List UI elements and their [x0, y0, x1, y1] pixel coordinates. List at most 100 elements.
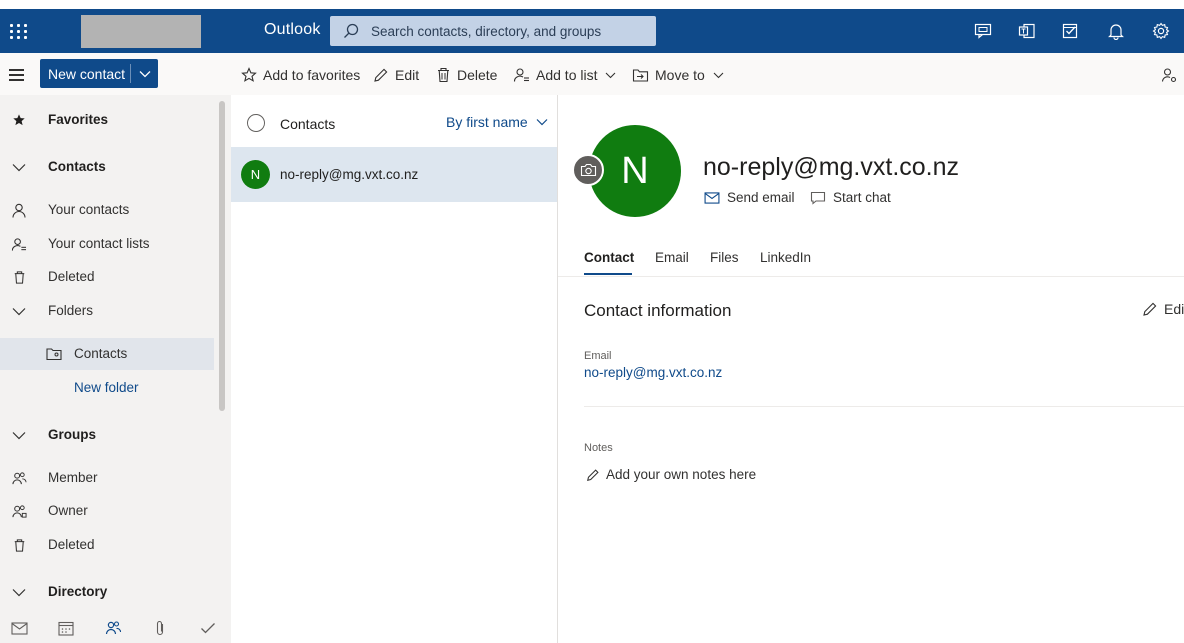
nav-directory[interactable]: Directory: [0, 576, 214, 608]
tab-contact[interactable]: Contact: [584, 250, 634, 265]
nav-your-contacts-label: Your contacts: [48, 202, 130, 217]
nav-new-folder-label: New folder: [74, 380, 139, 395]
add-to-list-button[interactable]: Add to list: [513, 65, 616, 85]
chat-icon[interactable]: [972, 20, 994, 42]
pencil-icon: [1143, 302, 1157, 316]
hamburger-icon[interactable]: [8, 66, 26, 82]
search-input[interactable]: Search contacts, directory, and groups: [330, 16, 656, 46]
person-icon: [11, 202, 27, 218]
nav-groups-deleted[interactable]: Deleted: [0, 529, 214, 561]
move-to-label: Move to: [655, 67, 705, 83]
nav-directory-label: Directory: [48, 584, 108, 599]
send-email-label: Send email: [727, 190, 795, 205]
nav-deleted-label: Deleted: [48, 269, 95, 284]
teams-icon[interactable]: [1016, 20, 1038, 42]
nav-folder-contacts-label: Contacts: [74, 346, 128, 361]
nav-contacts-header-label: Contacts: [48, 159, 106, 174]
start-chat-label: Start chat: [833, 190, 891, 205]
people-list-icon: [513, 68, 529, 82]
delete-label: Delete: [457, 67, 498, 83]
edit-button[interactable]: Edit: [373, 65, 419, 85]
nav-folders[interactable]: Folders: [0, 295, 214, 327]
nav-folder-contacts[interactable]: Contacts: [0, 338, 214, 370]
nav-member[interactable]: Member: [0, 462, 214, 494]
tasks-icon[interactable]: [1060, 20, 1082, 42]
nav-groups-label: Groups: [48, 427, 97, 442]
nav-your-contact-lists[interactable]: Your contact lists: [0, 228, 214, 260]
mail-icon[interactable]: [10, 619, 28, 637]
todo-check-icon[interactable]: [199, 619, 217, 637]
active-tab-indicator: [584, 273, 632, 275]
command-bar: New contact Add to favorites Edit Delete…: [0, 53, 1184, 95]
email-field-label: Email: [584, 350, 612, 362]
edit-contact-label: Edit: [1164, 301, 1184, 317]
email-field-value[interactable]: no-reply@mg.vxt.co.nz: [584, 365, 722, 380]
pencil-icon: [587, 468, 599, 481]
tab-linkedin[interactable]: LinkedIn: [760, 250, 811, 265]
nav-favorites[interactable]: Favorites: [0, 104, 214, 136]
organization-logo: [81, 15, 201, 48]
gear-icon[interactable]: [1150, 20, 1172, 42]
contact-display-name: no-reply@mg.vxt.co.nz: [703, 153, 960, 181]
folder-move-icon: [632, 68, 649, 82]
contact-name: no-reply@mg.vxt.co.nz: [280, 167, 419, 182]
camera-icon[interactable]: [572, 154, 604, 186]
nav-contacts-header[interactable]: Contacts: [0, 151, 214, 183]
add-notes-button[interactable]: Add your own notes here: [586, 467, 756, 482]
trash-icon: [11, 537, 27, 553]
edit-contact-button[interactable]: Edit: [1142, 301, 1184, 317]
add-notes-label: Add your own notes here: [606, 467, 757, 482]
left-navigation: Favorites Contacts Your contacts Your co…: [0, 95, 231, 643]
nav-deleted[interactable]: Deleted: [0, 261, 214, 293]
nav-groups[interactable]: Groups: [0, 419, 214, 451]
section-title: Contact information: [584, 301, 732, 320]
list-item[interactable]: N no-reply@mg.vxt.co.nz: [231, 147, 557, 202]
waffle-icon[interactable]: [6, 18, 32, 44]
calendar-icon[interactable]: [57, 619, 75, 637]
nav-member-label: Member: [48, 470, 98, 485]
chevron-down-icon: [11, 159, 27, 175]
people-icon[interactable]: [104, 619, 122, 637]
new-contact-button[interactable]: New contact: [40, 59, 158, 88]
bell-icon[interactable]: [1105, 20, 1127, 42]
tab-files[interactable]: Files: [710, 250, 739, 265]
contact-list-title: Contacts: [280, 116, 336, 132]
nav-folders-label: Folders: [48, 303, 94, 318]
app-name[interactable]: Outlook: [264, 21, 321, 39]
divider: [584, 406, 1184, 407]
pencil-icon: [374, 68, 388, 82]
nav-your-contacts[interactable]: Your contacts: [0, 194, 214, 226]
search-icon: [344, 23, 359, 38]
avatar: N: [241, 160, 270, 189]
new-contact-label: New contact: [48, 66, 126, 82]
add-to-list-label: Add to list: [536, 67, 598, 83]
trash-icon: [11, 269, 27, 285]
paperclip-icon[interactable]: [151, 619, 169, 637]
contact-folder-icon: [46, 346, 62, 362]
sort-dropdown[interactable]: By first name: [446, 114, 548, 130]
contact-list-pane: Contacts By first name N no-reply@mg.vxt…: [231, 95, 558, 643]
chevron-down-icon: [606, 72, 616, 78]
nav-your-contact-lists-label: Your contact lists: [48, 236, 150, 251]
add-to-favorites-label: Add to favorites: [263, 67, 361, 83]
nav-new-folder[interactable]: New folder: [0, 372, 214, 404]
nav-scrollbar[interactable]: [219, 101, 225, 411]
chevron-down-icon: [713, 72, 724, 78]
select-all-checkbox[interactable]: [247, 114, 265, 132]
send-email-button[interactable]: Send email: [704, 190, 795, 205]
start-chat-button[interactable]: Start chat: [810, 190, 891, 205]
add-to-favorites-button[interactable]: Add to favorites: [241, 65, 360, 85]
group-owner-icon: [11, 503, 27, 519]
delete-button[interactable]: Delete: [436, 65, 497, 85]
trash-icon: [438, 67, 449, 83]
tab-email[interactable]: Email: [655, 250, 689, 265]
nav-owner-label: Owner: [48, 503, 88, 518]
chevron-down-icon[interactable]: [132, 59, 158, 88]
star-filled-icon: [11, 112, 27, 128]
group-member-icon: [11, 470, 27, 486]
move-to-button[interactable]: Move to: [632, 65, 724, 85]
nav-owner[interactable]: Owner: [0, 495, 214, 527]
star-icon: [241, 67, 257, 82]
people-list-icon: [11, 236, 27, 252]
contact-settings-icon[interactable]: [1161, 65, 1184, 85]
